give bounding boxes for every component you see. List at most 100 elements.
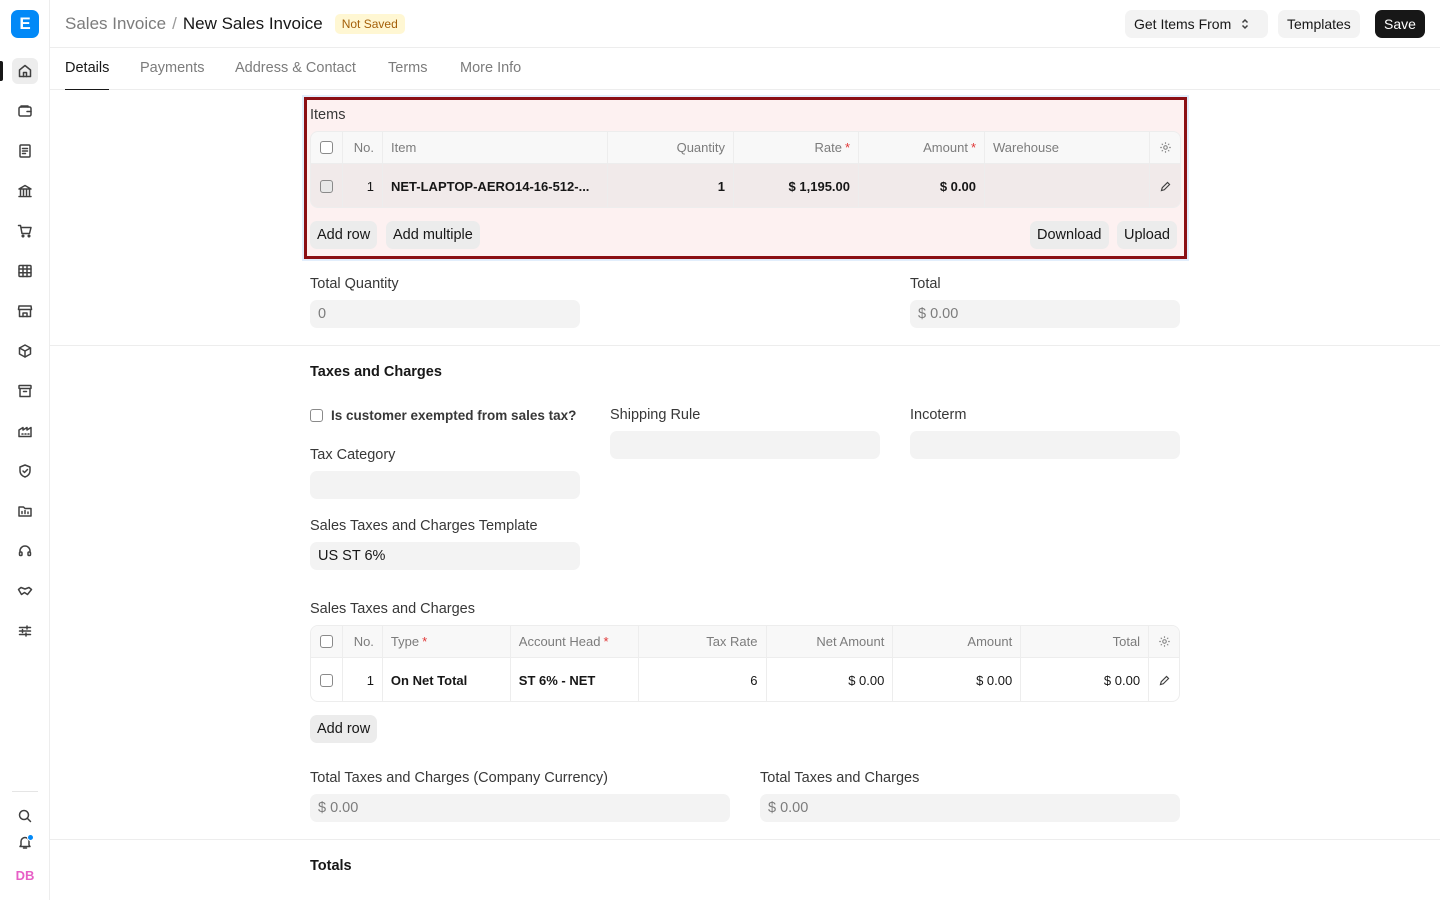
- table-icon[interactable]: [12, 258, 38, 284]
- table-row[interactable]: 1 On Net Total ST 6% - NET 6 $ 0.00 $ 0.…: [311, 658, 1179, 701]
- avatar[interactable]: DB: [12, 862, 38, 888]
- tab-address-contact[interactable]: Address & Contact: [235, 60, 356, 90]
- bell-icon[interactable]: [12, 829, 38, 855]
- exempt-checkbox[interactable]: [310, 409, 323, 422]
- tab-details[interactable]: Details: [65, 60, 110, 90]
- breadcrumb-parent[interactable]: Sales Invoice: [65, 14, 166, 34]
- required-marker: *: [422, 634, 428, 649]
- package-icon[interactable]: [12, 338, 38, 364]
- select-all-checkbox[interactable]: [319, 635, 333, 648]
- edit-row-icon[interactable]: [1149, 658, 1179, 701]
- download-button[interactable]: Download: [1030, 221, 1109, 249]
- upload-button[interactable]: Upload: [1117, 221, 1177, 249]
- page-title: New Sales Invoice: [182, 14, 323, 33]
- row-amount[interactable]: $ 0.00: [893, 658, 1022, 701]
- templates-button[interactable]: Templates: [1278, 10, 1360, 38]
- row-total[interactable]: $ 0.00: [1021, 658, 1150, 701]
- search-icon[interactable]: [12, 803, 38, 829]
- edit-row-icon[interactable]: [1150, 164, 1180, 207]
- total-field[interactable]: $ 0.00: [910, 300, 1180, 328]
- notification-dot: [27, 834, 34, 841]
- required-marker: *: [603, 634, 609, 649]
- col-quantity: Quantity: [608, 132, 734, 163]
- cart-icon[interactable]: [12, 218, 38, 244]
- factory-icon[interactable]: [12, 418, 38, 444]
- row-select-cell: [311, 658, 343, 701]
- row-net-amount[interactable]: $ 0.00: [767, 658, 894, 701]
- col-total: Total: [1021, 626, 1150, 657]
- tab-more-info[interactable]: More Info: [460, 60, 521, 90]
- total-quantity-label: Total Quantity: [310, 276, 399, 292]
- add-row-button[interactable]: Add row: [310, 221, 378, 249]
- total-taxes-company-field[interactable]: $ 0.00: [310, 794, 730, 822]
- col-net-amount: Net Amount: [767, 626, 894, 657]
- taxes-grid-header: No. Type * Account Head * Tax Rate Net Amo…: [311, 626, 1179, 658]
- col-type-label: Type: [390, 634, 420, 649]
- tax-template-field[interactable]: US ST 6%: [310, 542, 580, 570]
- select-all-cell: [311, 626, 343, 657]
- app-logo[interactable]: E: [11, 10, 39, 38]
- table-row[interactable]: 1 NET-LAPTOP-AERO14-16-512-... 1 $ 1,195…: [311, 164, 1180, 207]
- bank-icon[interactable]: [12, 178, 38, 204]
- logo-letter: E: [19, 14, 31, 33]
- select-all-checkbox[interactable]: [320, 141, 333, 154]
- col-rate-label: Rate: [814, 140, 842, 155]
- page-header: Sales Invoice / New Sales Invoice Not Sa…: [50, 0, 1440, 48]
- row-type[interactable]: On Net Total: [383, 658, 511, 701]
- store-icon[interactable]: [12, 298, 38, 324]
- tab-terms[interactable]: Terms: [388, 60, 427, 90]
- sliders-icon[interactable]: [12, 618, 38, 644]
- gear-icon[interactable]: [1150, 132, 1180, 163]
- col-account-head-label: Account Head: [518, 634, 601, 649]
- add-tax-row-button[interactable]: Add row: [310, 715, 378, 743]
- section-divider: [50, 839, 1440, 840]
- row-tax-rate[interactable]: 6: [639, 658, 767, 701]
- taxes-section-title: Taxes and Charges: [310, 364, 442, 380]
- tax-category-field[interactable]: [310, 471, 580, 499]
- get-items-label: Get Items From: [1134, 16, 1232, 32]
- col-warehouse: Warehouse: [985, 132, 1150, 163]
- exempt-checkbox-row[interactable]: Is customer exempted from sales tax?: [310, 408, 576, 423]
- save-button[interactable]: Save: [1375, 10, 1425, 38]
- row-checkbox[interactable]: [320, 179, 333, 193]
- gear-icon[interactable]: [1149, 626, 1179, 657]
- section-divider: [50, 345, 1440, 346]
- incoterm-field[interactable]: [910, 431, 1180, 459]
- row-quantity[interactable]: 1: [608, 164, 734, 207]
- handshake-icon[interactable]: [12, 578, 38, 604]
- breadcrumb-separator: /: [172, 14, 177, 33]
- active-indicator: [0, 61, 3, 81]
- total-taxes-label: Total Taxes and Charges: [760, 770, 920, 786]
- row-checkbox[interactable]: [319, 673, 333, 687]
- row-rate[interactable]: $ 1,195.00: [734, 164, 859, 207]
- get-items-from-button[interactable]: Get Items From: [1125, 10, 1268, 38]
- folder-icon[interactable]: [12, 498, 38, 524]
- taxes-grid: No. Type * Account Head * Tax Rate Net Amo…: [310, 625, 1180, 702]
- col-no: No.: [343, 132, 383, 163]
- col-amount-label: Amount: [923, 140, 968, 155]
- document-icon[interactable]: [12, 138, 38, 164]
- tab-payments[interactable]: Payments: [140, 60, 204, 90]
- row-item-code[interactable]: NET-LAPTOP-AERO14-16-512-...: [383, 164, 608, 207]
- total-taxes-field[interactable]: $ 0.00: [760, 794, 1180, 822]
- headset-icon[interactable]: [12, 538, 38, 564]
- tab-bar: Details Payments Address & Contact Terms…: [50, 49, 1440, 90]
- taxes-table-label: Sales Taxes and Charges: [310, 601, 475, 617]
- total-taxes-company-label: Total Taxes and Charges (Company Currenc…: [310, 770, 608, 786]
- archive-icon[interactable]: [12, 378, 38, 404]
- status-badge: Not Saved: [334, 14, 405, 34]
- items-label: Items: [310, 107, 346, 123]
- exempt-label: Is customer exempted from sales tax?: [331, 408, 577, 423]
- col-rate: Rate *: [734, 132, 859, 163]
- shield-icon[interactable]: [12, 458, 38, 484]
- total-quantity-field[interactable]: 0: [310, 300, 580, 328]
- row-warehouse[interactable]: [985, 164, 1150, 207]
- add-multiple-button[interactable]: Add multiple: [386, 221, 480, 249]
- wallet-icon[interactable]: [12, 98, 38, 124]
- row-amount[interactable]: $ 0.00: [859, 164, 985, 207]
- home-icon[interactable]: [12, 58, 38, 84]
- col-item: Item: [383, 132, 608, 163]
- shipping-rule-field[interactable]: [610, 431, 880, 459]
- row-account-head[interactable]: ST 6% - NET: [511, 658, 639, 701]
- items-grid-header: No. Item Quantity Rate * Amount * Warehous…: [311, 132, 1180, 164]
